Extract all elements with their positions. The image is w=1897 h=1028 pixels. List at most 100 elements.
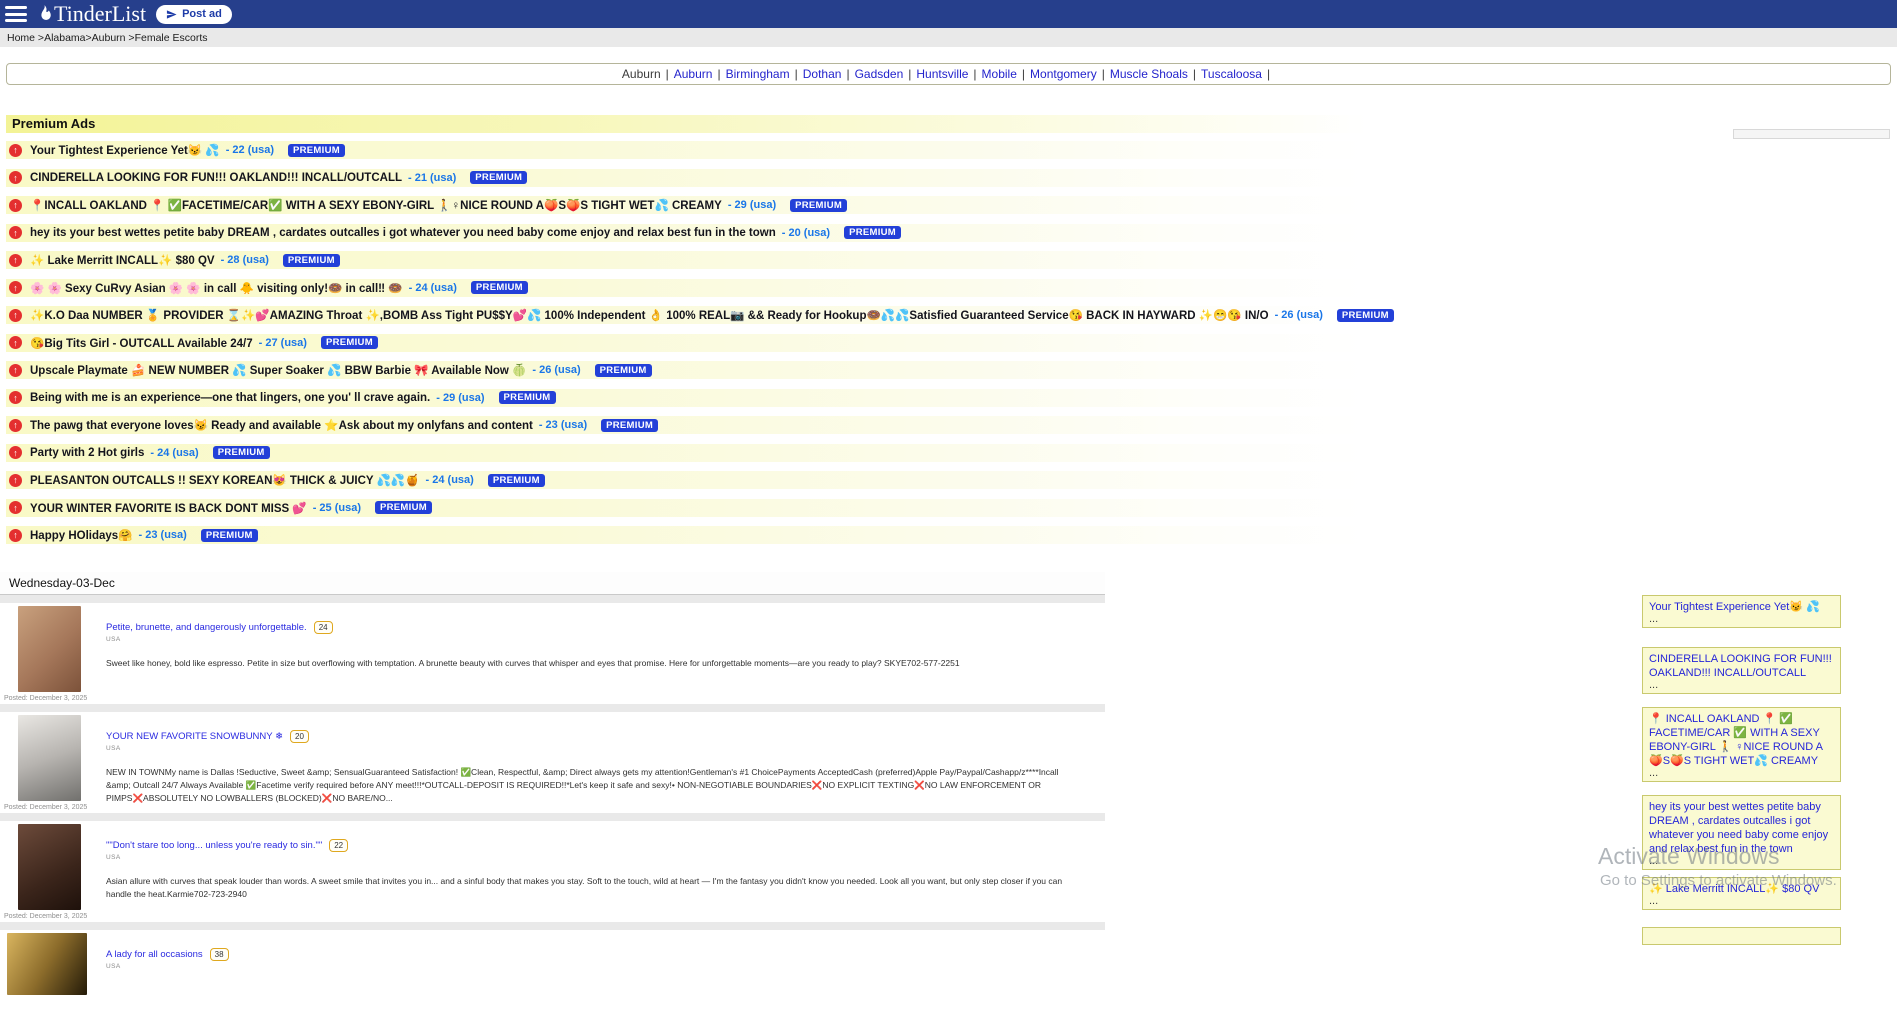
premium-ad-row[interactable]: ↑ YOUR WINTER FAVORITE IS BACK DONT MISS… [6, 499, 1366, 517]
city-link[interactable]: Gadsden [855, 67, 904, 81]
city-link[interactable]: Huntsville [916, 67, 968, 81]
city-link[interactable]: Muscle Shoals [1110, 67, 1188, 81]
premium-ad-row[interactable]: ↑ hey its your best wettes petite baby D… [6, 224, 1366, 242]
premium-ad-row[interactable]: ↑ CINDERELLA LOOKING FOR FUN!!! OAKLAND!… [6, 169, 1366, 187]
premium-ad-age: - 23 (usa) [539, 419, 587, 431]
premium-ad-title-link[interactable]: ✨ Lake Merritt INCALL✨ $80 QV [30, 253, 215, 267]
premium-ad-age: - 26 (usa) [532, 364, 580, 376]
premium-ad-title-link[interactable]: 📍INCALL OAKLAND 📍 ✅FACETIME/CAR✅ WITH A … [30, 198, 722, 212]
city-link[interactable]: Tuscaloosa [1201, 67, 1262, 81]
listing-content: YOUR NEW FAVORITE SNOWBUNNY ❄ 20 USA NEW… [96, 712, 1071, 813]
age-badge: 22 [329, 839, 348, 852]
sidebar-ad-box[interactable]: ✨ Lake Merritt INCALL✨ $80 QV ... [1642, 877, 1841, 910]
premium-badge: PREMIUM [601, 419, 658, 432]
breadcrumb-link[interactable]: Alabama> [44, 32, 92, 44]
posted-date: Posted: December 3, 2025 [4, 804, 96, 811]
premium-badge: PREMIUM [201, 529, 258, 542]
up-arrow-icon: ↑ [9, 336, 22, 349]
sidebar-ad-link[interactable]: 📍 INCALL OAKLAND 📍 ✅ FACETIME/CAR ✅ WITH… [1649, 713, 1823, 767]
premium-ad-age: - 27 (usa) [259, 337, 307, 349]
listing-title-link[interactable]: YOUR NEW FAVORITE SNOWBUNNY ❄ [106, 731, 283, 742]
breadcrumb-link[interactable]: Female Escorts [135, 32, 208, 44]
premium-badge: PREMIUM [471, 281, 528, 294]
premium-badge: PREMIUM [790, 199, 847, 212]
listing-photo-column: Posted: December 3, 2025 [0, 821, 96, 922]
premium-ad-title-link[interactable]: YOUR WINTER FAVORITE IS BACK DONT MISS 💕 [30, 501, 307, 515]
up-arrow-icon: ↑ [9, 364, 22, 377]
sidebar-ad-link[interactable]: Your Tightest Experience Yet😼 💦 [1649, 601, 1820, 613]
premium-ad-title-link[interactable]: 🌸 🌸 Sexy CuRvy Asian 🌸 🌸 in call 🐥 visit… [30, 281, 403, 295]
menu-icon[interactable] [5, 6, 27, 22]
premium-ad-row[interactable]: ↑ ✨ Lake Merritt INCALL✨ $80 QV - 28 (us… [6, 251, 1366, 269]
premium-ad-title-link[interactable]: Upscale Playmate 🍰 NEW NUMBER 💦 Super So… [30, 363, 526, 377]
premium-ad-title-link[interactable]: Your Tightest Experience Yet😼 💦 [30, 143, 220, 157]
city-link[interactable]: Dothan [803, 67, 842, 81]
premium-ad-row[interactable]: ↑ Being with me is an experience—one tha… [6, 389, 1366, 407]
sidebar-ad-box[interactable]: Your Tightest Experience Yet😼 💦 ... [1642, 595, 1841, 628]
premium-ad-row[interactable]: ↑ 📍INCALL OAKLAND 📍 ✅FACETIME/CAR✅ WITH … [6, 196, 1366, 214]
sidebar-ad-link[interactable]: CINDERELLA LOOKING FOR FUN!!! OAKLAND!!!… [1649, 653, 1832, 679]
premium-badge: PREMIUM [213, 446, 270, 459]
city-link[interactable]: Auburn [674, 67, 713, 81]
listing-description: NEW IN TOWNMy name is Dallas !Seductive,… [106, 766, 1071, 805]
sidebar-ad-box[interactable] [1642, 927, 1841, 945]
brand-name: TinderList [54, 3, 146, 25]
premium-ad-title-link[interactable]: 😘Big Tits Girl - OUTCALL Available 24/7 [30, 336, 253, 350]
up-arrow-icon: ↑ [9, 419, 22, 432]
listing-title-link[interactable]: Petite, brunette, and dangerously unforg… [106, 622, 307, 633]
premium-ad-row[interactable]: ↑ Your Tightest Experience Yet😼 💦 - 22 (… [6, 141, 1366, 159]
premium-ad-title-link[interactable]: Happy HOlidays🤗 [30, 528, 133, 542]
listing-content: A lady for all occasions 38 USA [96, 930, 229, 1028]
up-arrow-icon: ↑ [9, 501, 22, 514]
brand-logo[interactable]: TinderList [37, 3, 146, 25]
premium-ad-age: - 25 (usa) [313, 502, 361, 514]
premium-ad-title-link[interactable]: Being with me is an experience—one that … [30, 392, 430, 404]
listing-row: Posted: December 3, 2025 ""Don't stare t… [0, 821, 1105, 922]
premium-ad-row[interactable]: ↑ Happy HOlidays🤗 - 23 (usa) PREMIUM [6, 526, 1366, 544]
city-link[interactable]: Birmingham [726, 67, 790, 81]
listing-photo[interactable] [18, 715, 81, 801]
premium-ads-section: Premium Ads ↑ Your Tightest Experience Y… [6, 115, 1366, 554]
sidebar-ad-link[interactable]: ✨ Lake Merritt INCALL✨ $80 QV [1649, 883, 1819, 895]
premium-ad-age: - 22 (usa) [226, 144, 274, 156]
premium-ad-row[interactable]: ↑ Party with 2 Hot girls - 24 (usa) PREM… [6, 444, 1366, 462]
premium-ad-title-link[interactable]: Party with 2 Hot girls [30, 447, 144, 459]
sidebar-ad-box[interactable]: CINDERELLA LOOKING FOR FUN!!! OAKLAND!!!… [1642, 647, 1841, 694]
breadcrumb-link[interactable]: Auburn > [92, 32, 135, 44]
up-arrow-icon: ↑ [9, 226, 22, 239]
sidebar-ad-link[interactable]: hey its your best wettes petite baby DRE… [1649, 801, 1828, 855]
up-arrow-icon: ↑ [9, 199, 22, 212]
listing-photo[interactable] [7, 933, 87, 995]
premium-ad-title-link[interactable]: PLEASANTON OUTCALLS !! SEXY KOREAN😻 THIC… [30, 473, 420, 487]
up-arrow-icon: ↑ [9, 391, 22, 404]
city-link[interactable]: Montgomery [1030, 67, 1097, 81]
listing-location: USA [106, 963, 229, 970]
premium-ad-row[interactable]: ↑ The pawg that everyone loves😼 Ready an… [6, 416, 1366, 434]
premium-ad-age: - 28 (usa) [221, 254, 269, 266]
premium-ad-title-link[interactable]: hey its your best wettes petite baby DRE… [30, 227, 776, 239]
sidebar-ad-box[interactable]: 📍 INCALL OAKLAND 📍 ✅ FACETIME/CAR ✅ WITH… [1642, 707, 1841, 782]
listing-photo[interactable] [18, 824, 81, 910]
post-ad-button[interactable]: Post ad [156, 5, 232, 24]
breadcrumb-link[interactable]: Home > [7, 32, 44, 44]
premium-badge: PREMIUM [499, 391, 556, 404]
listing-title-link[interactable]: ""Don't stare too long... unless you're … [106, 840, 322, 851]
city-link[interactable]: Mobile [982, 67, 1017, 81]
premium-ad-age: - 21 (usa) [408, 172, 456, 184]
sidebar-ad-box[interactable]: hey its your best wettes petite baby DRE… [1642, 795, 1841, 870]
premium-ad-row[interactable]: ↑ Upscale Playmate 🍰 NEW NUMBER 💦 Super … [6, 361, 1366, 379]
premium-ad-title-link[interactable]: ✨K.O Daa NUMBER 🏅 PROVIDER ⌛✨💕AMAZING Th… [30, 308, 1269, 322]
premium-ad-title-link[interactable]: The pawg that everyone loves😼 Ready and … [30, 418, 533, 432]
listing-photo[interactable] [18, 606, 81, 692]
city-separator: | [1097, 67, 1110, 81]
listing-photo-column [0, 930, 96, 1028]
premium-ad-row[interactable]: ↑ PLEASANTON OUTCALLS !! SEXY KOREAN😻 TH… [6, 471, 1366, 489]
city-separator: | [841, 67, 854, 81]
premium-ad-row[interactable]: ↑ 🌸 🌸 Sexy CuRvy Asian 🌸 🌸 in call 🐥 vis… [6, 279, 1366, 297]
premium-ad-row[interactable]: ↑ 😘Big Tits Girl - OUTCALL Available 24/… [6, 334, 1366, 352]
listing-title-link[interactable]: A lady for all occasions [106, 949, 203, 960]
premium-ad-title-link[interactable]: CINDERELLA LOOKING FOR FUN!!! OAKLAND!!!… [30, 172, 402, 184]
premium-ad-row[interactable]: ↑ ✨K.O Daa NUMBER 🏅 PROVIDER ⌛✨💕AMAZING … [6, 306, 1366, 324]
listing-location: USA [106, 854, 1071, 861]
ad-placeholder [1733, 129, 1890, 139]
